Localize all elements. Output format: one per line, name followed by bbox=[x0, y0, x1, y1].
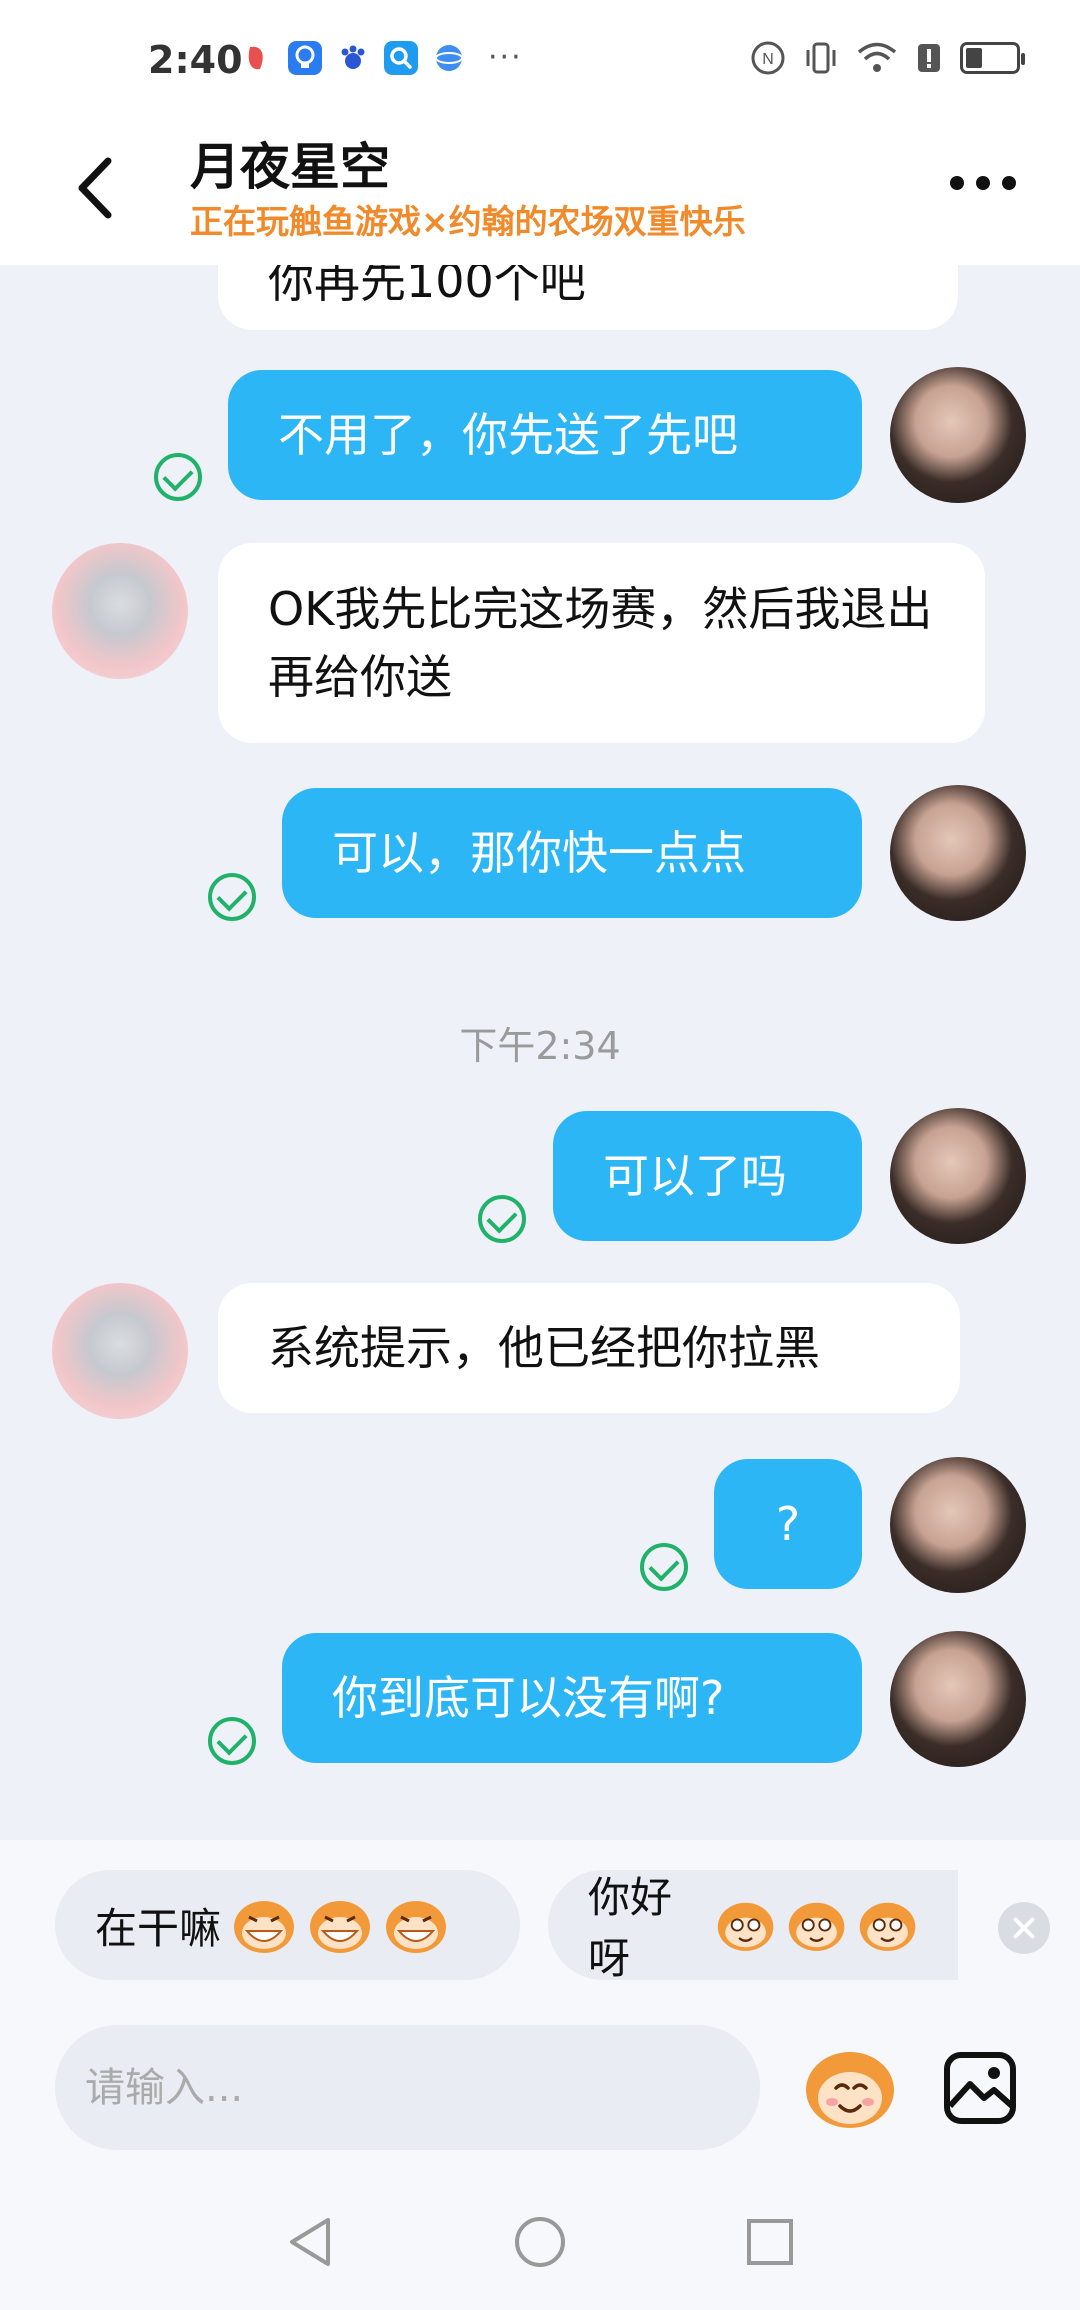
my-avatar[interactable] bbox=[890, 785, 1026, 921]
close-icon[interactable] bbox=[998, 1902, 1050, 1954]
status-system-icons: N bbox=[750, 40, 1025, 76]
message-bubble-outgoing[interactable]: 可以了吗 bbox=[553, 1111, 862, 1241]
alert-icon bbox=[918, 44, 940, 72]
quick-reply-chip[interactable]: 你好呀 bbox=[548, 1870, 958, 1980]
message-text: 可以了吗 bbox=[603, 1149, 787, 1203]
read-check-icon bbox=[478, 1195, 526, 1243]
my-avatar[interactable] bbox=[890, 1108, 1026, 1244]
grinning-monkey-icon bbox=[310, 1901, 371, 1953]
grinning-monkey-icon bbox=[234, 1901, 295, 1953]
read-check-icon bbox=[640, 1543, 688, 1591]
status-time: 2:40 bbox=[148, 38, 243, 82]
svg-text:N: N bbox=[762, 51, 774, 68]
quick-reply-chip[interactable]: 在干嘛 bbox=[55, 1870, 520, 1980]
grinning-monkey-icon bbox=[386, 1901, 447, 1953]
system-nav-bar bbox=[0, 2170, 1080, 2310]
message-bubble-outgoing[interactable]: 可以，那你快一点点 bbox=[282, 788, 862, 918]
read-check-icon bbox=[208, 873, 256, 921]
my-avatar[interactable] bbox=[890, 1631, 1026, 1767]
search-app-icon bbox=[384, 40, 418, 75]
more-options-icon[interactable] bbox=[950, 171, 1020, 195]
quick-reply-text: 在干嘛 bbox=[95, 1903, 222, 1953]
message-input[interactable] bbox=[55, 2025, 760, 2150]
globe-app-icon bbox=[435, 44, 463, 71]
message-text: 系统提示，他已经把你拉黑 bbox=[268, 1321, 820, 1375]
battery-icon bbox=[960, 42, 1025, 74]
message-bubble-outgoing[interactable]: 你到底可以没有啊? bbox=[282, 1633, 862, 1763]
nav-recents-icon[interactable] bbox=[742, 2214, 798, 2270]
message-text: OK我先比完这场赛，然后我退出再给你送 bbox=[268, 582, 933, 704]
message-bubble-incoming[interactable]: OK我先比完这场赛，然后我退出再给你送 bbox=[218, 543, 985, 743]
bulb-app-icon bbox=[288, 40, 322, 75]
message-bubble-outgoing[interactable]: 不用了，你先送了先吧 bbox=[228, 370, 862, 500]
quick-reply-bar: 在干嘛 你好呀 bbox=[0, 1840, 1080, 2020]
contact-avatar[interactable] bbox=[52, 1283, 188, 1419]
paw-app-icon bbox=[336, 40, 370, 75]
wifi-icon bbox=[857, 42, 897, 72]
status-app-icons: ··· bbox=[240, 40, 523, 75]
message-timestamp: 下午2:34 bbox=[459, 1024, 621, 1068]
quick-reply-text: 你好呀 bbox=[588, 1873, 673, 1980]
message-text: ? bbox=[775, 1497, 801, 1551]
status-overflow: ··· bbox=[488, 40, 523, 75]
input-bar bbox=[0, 2020, 1080, 2170]
message-text: 不用了，你先送了先吧 bbox=[278, 408, 738, 462]
message-bubble-incoming[interactable]: 系统提示，他已经把你拉黑 bbox=[218, 1283, 960, 1413]
message-text: 你到底可以没有啊? bbox=[332, 1671, 725, 1725]
my-avatar[interactable] bbox=[890, 367, 1026, 503]
back-arrow-icon[interactable] bbox=[70, 153, 120, 223]
chat-title: 月夜星空 bbox=[190, 138, 390, 196]
message-text: 可以，那你快一点点 bbox=[332, 826, 746, 880]
read-check-icon bbox=[154, 453, 202, 501]
nfc-icon: N bbox=[751, 41, 785, 75]
image-picker-icon[interactable] bbox=[942, 2050, 1018, 2126]
smiling-monkey-icon bbox=[788, 1902, 845, 1951]
message-list[interactable]: 你再先100个吧 不用了，你先送了先吧 OK我先比完这场赛，然后我退出再给你送 … bbox=[0, 265, 1080, 1840]
message-bubble-outgoing[interactable]: ? bbox=[714, 1459, 862, 1589]
nav-back-icon[interactable] bbox=[282, 2214, 338, 2270]
message-bubble-incoming[interactable]: 你再先100个吧 bbox=[218, 265, 958, 330]
nav-home-icon[interactable] bbox=[512, 2214, 568, 2270]
vibrate-icon bbox=[806, 42, 836, 74]
emoji-monkey-icon[interactable] bbox=[800, 2040, 900, 2135]
contact-avatar[interactable] bbox=[52, 543, 188, 679]
red-app-icon bbox=[248, 46, 263, 69]
read-check-icon bbox=[208, 1717, 256, 1765]
smiling-monkey-icon bbox=[717, 1902, 774, 1951]
status-bar: 2:40 ··· N bbox=[0, 0, 1080, 115]
chat-header: 月夜星空 正在玩触鱼游戏×约翰的农场双重快乐 bbox=[0, 115, 1080, 265]
my-avatar[interactable] bbox=[890, 1457, 1026, 1593]
smiling-monkey-icon bbox=[859, 1902, 916, 1951]
chat-subtitle: 正在玩触鱼游戏×约翰的农场双重快乐 bbox=[190, 202, 746, 241]
message-text: 你再先100个吧 bbox=[268, 265, 586, 308]
